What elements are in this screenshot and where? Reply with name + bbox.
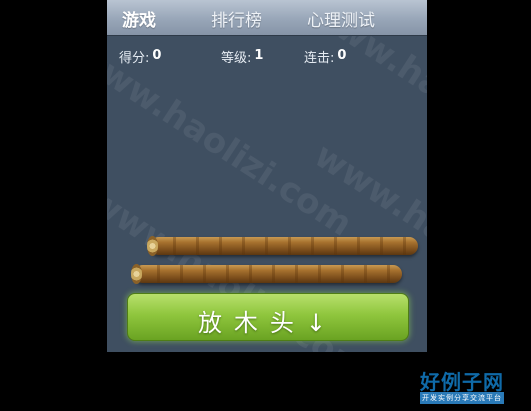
- tab-leaderboard[interactable]: 排行榜: [211, 6, 262, 31]
- drop-log-button-label: 放木头↓: [197, 309, 339, 337]
- log-end-icon: [147, 236, 158, 256]
- stacked-log-bottom: [131, 264, 402, 284]
- level-stat: 等级: 1: [221, 47, 263, 66]
- site-logo: 好例子网 开发实例分享交流平台: [420, 366, 530, 406]
- stats-bar: 得分: 0 等级: 1 连击: 0: [107, 47, 427, 67]
- tab-bar: 游戏 排行榜 心理测试: [107, 0, 427, 36]
- combo-value: 0: [337, 48, 347, 63]
- logo-subtitle: 开发实例分享交流平台: [420, 392, 504, 404]
- score-stat: 得分: 0: [119, 47, 161, 66]
- level-value: 1: [254, 48, 264, 63]
- combo-label: 连击:: [304, 51, 335, 66]
- combo-stat: 连击: 0: [304, 47, 346, 66]
- logo-title: 好例子网: [420, 370, 504, 394]
- tab-game[interactable]: 游戏: [122, 6, 156, 31]
- level-label: 等级:: [221, 51, 252, 66]
- drop-log-button[interactable]: 放木头↓: [127, 293, 409, 341]
- stacked-log-top: [147, 236, 418, 256]
- tab-psych-test[interactable]: 心理测试: [307, 6, 375, 31]
- score-label: 得分:: [119, 51, 150, 66]
- score-value: 0: [152, 48, 162, 63]
- log-end-icon: [131, 264, 142, 284]
